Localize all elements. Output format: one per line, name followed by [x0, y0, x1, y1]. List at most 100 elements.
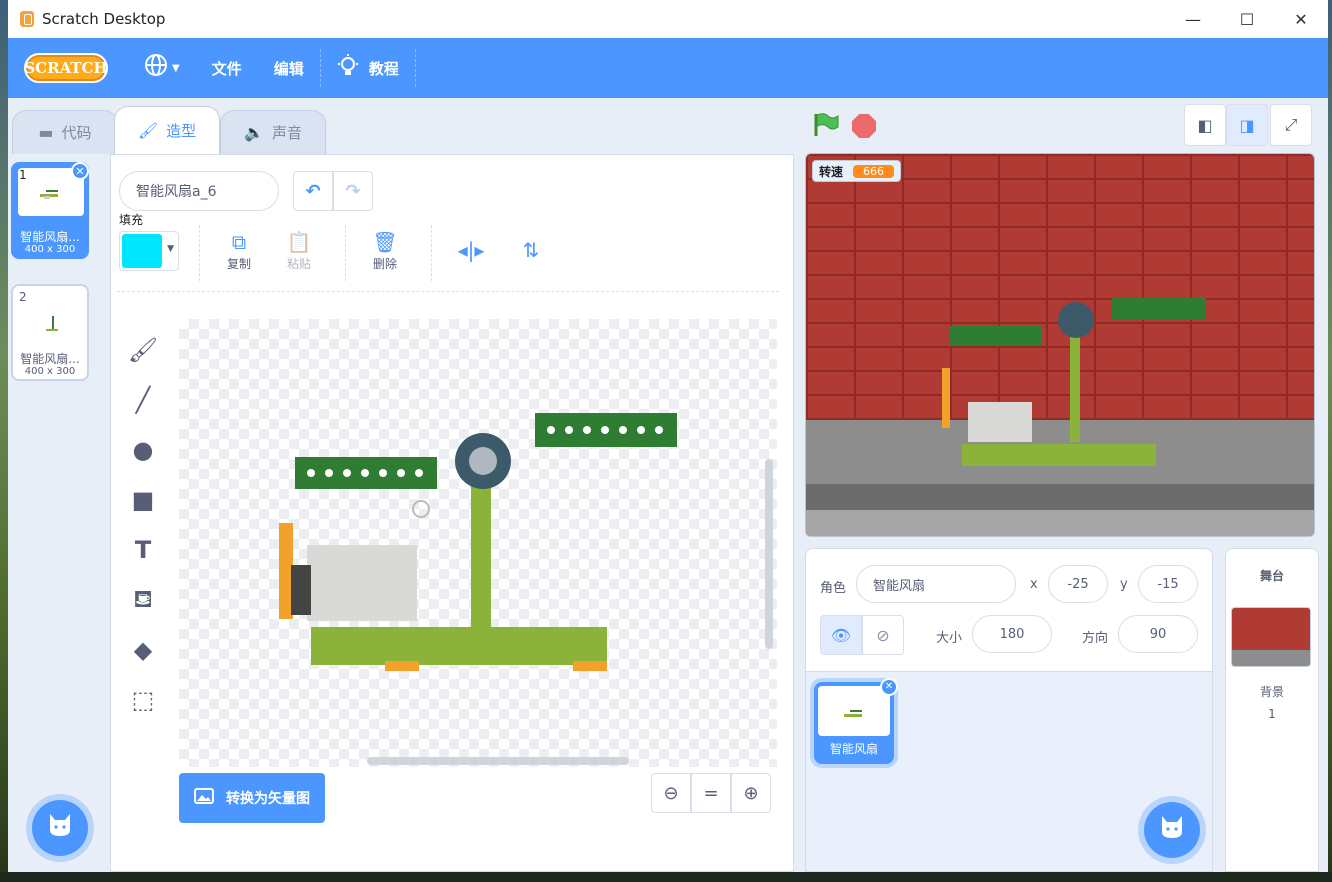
- fill-bucket-tool-icon[interactable]: ⛾: [125, 575, 161, 625]
- tutorials-menu[interactable]: 教程: [321, 38, 415, 98]
- costume-size: 400 x 300: [24, 366, 76, 377]
- fill-label: 填充: [119, 213, 144, 227]
- variable-monitor: 转速 666: [812, 160, 902, 182]
- minimize-button[interactable]: —: [1166, 0, 1220, 38]
- convert-to-vector-button[interactable]: 转换为矢量图: [179, 773, 325, 823]
- cat-icon: [46, 812, 74, 844]
- costume-thumbnail: [18, 302, 84, 342]
- speaker-icon: 🔈: [244, 123, 264, 142]
- delete-sprite-icon[interactable]: ✕: [880, 678, 898, 696]
- stop-icon[interactable]: [852, 114, 876, 138]
- fullscreen-button[interactable]: ⤢: [1270, 104, 1312, 146]
- fullscreen-icon: ⤢: [1284, 115, 1298, 134]
- file-menu[interactable]: 文件: [196, 38, 258, 98]
- toolbar-divider: [345, 225, 346, 281]
- sprite-list: ✕ 智能风扇: [805, 672, 1213, 872]
- brush-tool-icon[interactable]: 🖌: [125, 325, 161, 375]
- vertical-scrollbar[interactable]: [765, 459, 773, 649]
- direction-input[interactable]: 90: [1118, 615, 1198, 653]
- costume-name: 智能风扇...: [20, 230, 80, 244]
- paste-icon: 📋: [286, 230, 312, 254]
- stage-panel-title: 舞台: [1259, 569, 1284, 583]
- menu-divider: [414, 49, 416, 87]
- flip-vertical-button[interactable]: ⇅: [501, 237, 561, 263]
- tab-costumes[interactable]: 🖌 造型: [114, 106, 220, 154]
- zoom-reset-button[interactable]: =: [691, 773, 731, 813]
- show-sprite-button[interactable]: 👁: [820, 615, 862, 655]
- size-input[interactable]: 180: [972, 615, 1052, 653]
- delete-costume-icon[interactable]: ✕: [71, 162, 89, 180]
- rectangle-tool-icon[interactable]: ■: [125, 475, 161, 525]
- text-tool-icon[interactable]: T: [125, 525, 161, 575]
- toolbar-divider: [431, 225, 432, 281]
- sprite-name-input[interactable]: 智能风扇: [856, 565, 1016, 603]
- copy-button[interactable]: ⧉ 复制: [209, 229, 269, 272]
- stage-sidewalk: [806, 510, 1314, 536]
- stage-header: ◧ ◨ ⤢: [804, 98, 1328, 154]
- scratch-logo[interactable]: SCRATCH: [24, 53, 108, 83]
- choose-costume-button[interactable]: [32, 800, 88, 856]
- convert-label: 转换为矢量图: [226, 791, 310, 807]
- flip-horizontal-button[interactable]: ◂|▸: [441, 237, 501, 263]
- y-input[interactable]: -15: [1138, 565, 1198, 603]
- stage-canvas[interactable]: 转速 666: [805, 153, 1315, 537]
- backdrop-count: 1: [1268, 707, 1276, 721]
- zoom-out-button[interactable]: ⊖: [651, 773, 691, 813]
- desktop-taskbar: [0, 872, 1332, 882]
- green-flag-icon[interactable]: [812, 112, 840, 138]
- flip-horizontal-icon: ◂|▸: [457, 238, 485, 262]
- copy-label: 复制: [226, 257, 251, 271]
- image-icon: [194, 788, 214, 808]
- line-tool-icon[interactable]: ╱: [125, 375, 161, 425]
- tutorials-label: 教程: [368, 59, 399, 78]
- tab-code-label: 代码: [61, 124, 92, 142]
- costume-name-input[interactable]: 智能风扇a_6: [119, 171, 279, 211]
- edit-menu[interactable]: 编辑: [258, 38, 320, 98]
- choose-sprite-button[interactable]: [1144, 802, 1200, 858]
- delete-button[interactable]: 🗑 删除: [355, 229, 415, 272]
- sprite-info-panel: 角色 智能风扇 x -25 y -15 👁 ⊘ 大小 180 方向 90: [805, 548, 1213, 672]
- eraser-tool-icon[interactable]: ◆: [125, 625, 161, 675]
- caret-down-icon: ▼: [167, 244, 174, 254]
- costume-item-1[interactable]: 1 ✕ 智能风扇... 400 x 300: [11, 162, 89, 259]
- large-stage-icon: ◨: [1239, 115, 1255, 135]
- editor-tabs: ▬ 代码 🖌 造型 🔈 声音: [8, 98, 808, 154]
- costume-item-2[interactable]: 2 智能风扇... 400 x 300: [11, 284, 89, 381]
- costume-number: 1: [19, 168, 27, 182]
- paint-canvas[interactable]: [179, 319, 777, 767]
- hide-sprite-button[interactable]: ⊘: [862, 615, 904, 655]
- delete-label: 删除: [372, 257, 397, 271]
- tab-sounds[interactable]: 🔈 声音: [220, 110, 326, 154]
- chevron-down-icon: ▼: [172, 62, 180, 74]
- sprite-thumbnail: [818, 686, 890, 736]
- small-stage-button[interactable]: ◧: [1184, 104, 1226, 146]
- circle-tool-icon[interactable]: ●: [125, 425, 161, 475]
- sprite-item[interactable]: ✕ 智能风扇: [814, 678, 898, 764]
- close-button[interactable]: ✕: [1274, 0, 1328, 38]
- zoom-in-icon: ⊕: [743, 782, 759, 804]
- tab-costumes-label: 造型: [166, 122, 197, 140]
- title-bar: Scratch Desktop — ☐ ✕: [8, 0, 1328, 38]
- tab-code[interactable]: ▬ 代码: [12, 110, 118, 154]
- tab-sounds-label: 声音: [271, 124, 302, 142]
- language-menu[interactable]: ▼: [128, 38, 196, 98]
- undo-button[interactable]: ↶: [293, 171, 333, 211]
- x-input[interactable]: -25: [1048, 565, 1108, 603]
- copy-icon: ⧉: [231, 230, 247, 254]
- large-stage-button[interactable]: ◨: [1226, 104, 1268, 146]
- paste-button[interactable]: 📋 粘贴: [269, 229, 329, 272]
- x-label: x: [1030, 577, 1038, 592]
- scratch-app-icon: [20, 11, 34, 27]
- stage-target-panel[interactable]: 舞台 背景 1: [1225, 548, 1319, 872]
- flip-vertical-icon: ⇅: [522, 238, 540, 262]
- zoom-in-button[interactable]: ⊕: [731, 773, 771, 813]
- horizontal-scrollbar[interactable]: [367, 757, 629, 765]
- globe-icon: [144, 53, 168, 83]
- zoom-out-icon: ⊖: [663, 782, 679, 804]
- redo-button[interactable]: ↷: [333, 171, 373, 211]
- maximize-button[interactable]: ☐: [1220, 0, 1274, 38]
- select-tool-icon[interactable]: ⬚: [125, 675, 161, 725]
- stage-curb: [806, 484, 1314, 510]
- fill-color-picker[interactable]: ▼: [119, 231, 179, 271]
- stage-sprite: [942, 298, 1206, 466]
